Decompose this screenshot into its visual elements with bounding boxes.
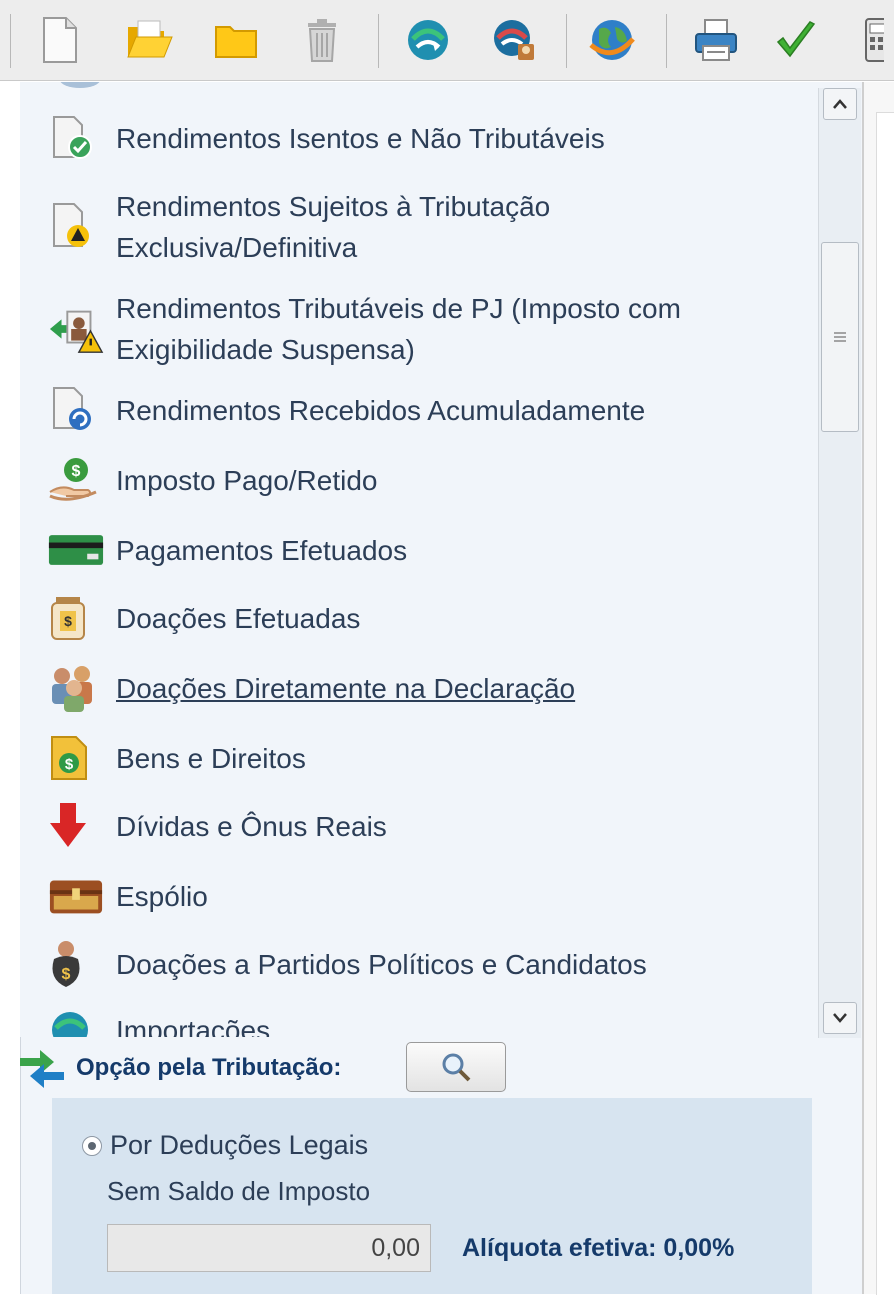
money-document-icon: $ [48, 736, 104, 780]
sidebar-item-label: Pagamentos Efetuados [116, 534, 408, 566]
sidebar-item-label: Doações Diretamente na Declaração [116, 672, 576, 704]
search-button[interactable] [406, 1042, 506, 1092]
aliquota-efetiva-label: Alíquota efetiva: 0,00% [462, 1234, 735, 1262]
transmit-button[interactable] [402, 14, 454, 66]
sidebar-item-label: Doações Efetuadas [116, 602, 361, 634]
radio-deducoes-legais[interactable]: Por Deduções Legais [82, 1130, 368, 1161]
svg-text:$: $ [64, 613, 72, 629]
sidebar-item-espolio[interactable]: Espólio [48, 874, 208, 918]
print-button[interactable] [690, 14, 742, 66]
svg-text:$: $ [62, 966, 71, 983]
scrollbar-thumb[interactable] [821, 242, 859, 432]
chevron-down-icon [833, 1013, 847, 1023]
partial-item-icon [60, 82, 100, 88]
scroll-down-button[interactable] [823, 1002, 857, 1034]
sidebar-item-bens-direitos[interactable]: $ Bens e Direitos [48, 736, 306, 780]
receipt-button[interactable] [488, 14, 540, 66]
chest-icon [48, 874, 104, 918]
toolbar-separator [10, 14, 11, 68]
sidebar-item-label-line2: Exigibilidade Suspensa) [116, 334, 415, 365]
money-bag-icon: $ [48, 941, 104, 987]
sidebar-item-label: Importações [116, 1014, 271, 1038]
sidebar-item-tributaveis-pj[interactable]: Rendimentos Tributáveis de PJ (Imposto c… [48, 288, 681, 370]
sidebar-item-label: Rendimentos Isentos e Não Tributáveis [116, 122, 605, 154]
new-document-icon [43, 17, 77, 63]
person-warning-icon [48, 307, 104, 353]
sidebar-item-label: Doações a Partidos Políticos e Candidato… [116, 948, 647, 980]
trash-icon [308, 19, 336, 62]
people-group-icon [48, 666, 104, 712]
folder-icon [215, 26, 257, 58]
tax-option-header: Opção pela Tributação: [18, 1040, 818, 1100]
toolbar-separator [666, 14, 667, 68]
sidebar-item-label: Rendimentos Recebidos Acumuladamente [116, 394, 646, 426]
chevron-up-icon [833, 99, 847, 109]
sidebar-item-dividas[interactable]: Dívidas e Ônus Reais [48, 803, 387, 848]
sidebar-item-label: Rendimentos Tributáveis de PJ (Imposto c… [116, 288, 681, 370]
donation-jar-icon: $ [48, 596, 104, 640]
swap-arrows-icon [20, 1050, 64, 1088]
receipt-icon [494, 20, 534, 60]
search-icon [442, 1053, 471, 1082]
credit-card-icon [48, 528, 104, 572]
verify-button[interactable] [770, 14, 822, 66]
globe-icon [589, 20, 635, 60]
tax-value-field: 0,00 [107, 1224, 431, 1272]
sidebar-scrollbar[interactable] [818, 88, 861, 1038]
toolbar [0, 0, 894, 81]
sidebar-item-label: Rendimentos Sujeitos à Tributação Exclus… [116, 186, 550, 268]
tax-option-label: Opção pela Tributação: [76, 1054, 342, 1081]
sidebar-item-rendimentos-isentos[interactable]: Rendimentos Isentos e Não Tributáveis [48, 116, 605, 160]
sidebar-item-pagamentos[interactable]: Pagamentos Efetuados [48, 528, 407, 572]
main-content-panel [876, 112, 894, 1295]
document-refresh-icon [48, 387, 104, 432]
calculator-icon [865, 18, 884, 62]
svg-text:$: $ [65, 756, 74, 773]
sidebar-item-label: Espólio [116, 880, 208, 912]
sidebar-item-label-line2: Exclusiva/Definitiva [116, 232, 358, 263]
sidebar-item-doacoes-declaracao[interactable]: Doações Diretamente na Declaração [48, 666, 576, 712]
hand-coin-icon: $ [48, 458, 104, 502]
scroll-up-button[interactable] [823, 88, 857, 120]
new-document-button[interactable] [34, 14, 86, 66]
sidebar-item-imposto-pago[interactable]: $ Imposto Pago/Retido [48, 458, 378, 502]
sidebar-item-label: Bens e Direitos [116, 742, 306, 774]
delete-button[interactable] [296, 14, 348, 66]
sidebar-item-label: Dívidas e Ônus Reais [116, 810, 387, 842]
sidebar-tree: Rendimentos Isentos e Não Tributáveis Re… [20, 82, 816, 1037]
toolbar-separator [566, 14, 567, 68]
checkmark-icon [776, 21, 816, 58]
import-icon [48, 1008, 104, 1037]
document-warning-icon [48, 203, 104, 249]
open-folder-button[interactable] [124, 14, 176, 66]
sidebar-item-label-line1: Rendimentos Sujeitos à Tributação [116, 191, 551, 222]
tax-status-label: Sem Saldo de Imposto [107, 1176, 371, 1206]
sidebar-item-label-line1: Rendimentos Tributáveis de PJ (Imposto c… [116, 293, 681, 324]
sidebar-item-doacoes-efetuadas[interactable]: $ Doações Efetuadas [48, 596, 360, 640]
sidebar-item-importacoes[interactable]: Importações [48, 1008, 270, 1037]
document-check-icon [48, 116, 104, 160]
calculator-button[interactable] [862, 14, 894, 66]
radio-label: Por Deduções Legais [110, 1130, 369, 1160]
grip-icon [834, 332, 846, 342]
open-folder-icon [127, 20, 173, 58]
sidebar-item-doacoes-partidos[interactable]: $ Doações a Partidos Políticos e Candida… [48, 941, 647, 987]
radio-selected-dot [88, 1141, 96, 1150]
transmit-icon [408, 20, 448, 60]
globe-button[interactable] [586, 14, 638, 66]
radio-button[interactable] [82, 1135, 102, 1156]
main-content-edge [862, 82, 894, 1295]
sidebar-item-label: Imposto Pago/Retido [116, 464, 378, 496]
sidebar-item-tributacao-exclusiva[interactable]: Rendimentos Sujeitos à Tributação Exclus… [48, 186, 550, 268]
svg-text:$: $ [72, 463, 81, 480]
toolbar-separator [378, 14, 379, 68]
printer-icon [695, 19, 737, 61]
tax-option-panel: Por Deduções Legais Sem Saldo de Imposto… [52, 1098, 812, 1294]
folder-button[interactable] [210, 14, 262, 66]
down-arrow-icon [48, 803, 104, 848]
sidebar-item-recebidos-acumuladamente[interactable]: Rendimentos Recebidos Acumuladamente [48, 387, 646, 432]
